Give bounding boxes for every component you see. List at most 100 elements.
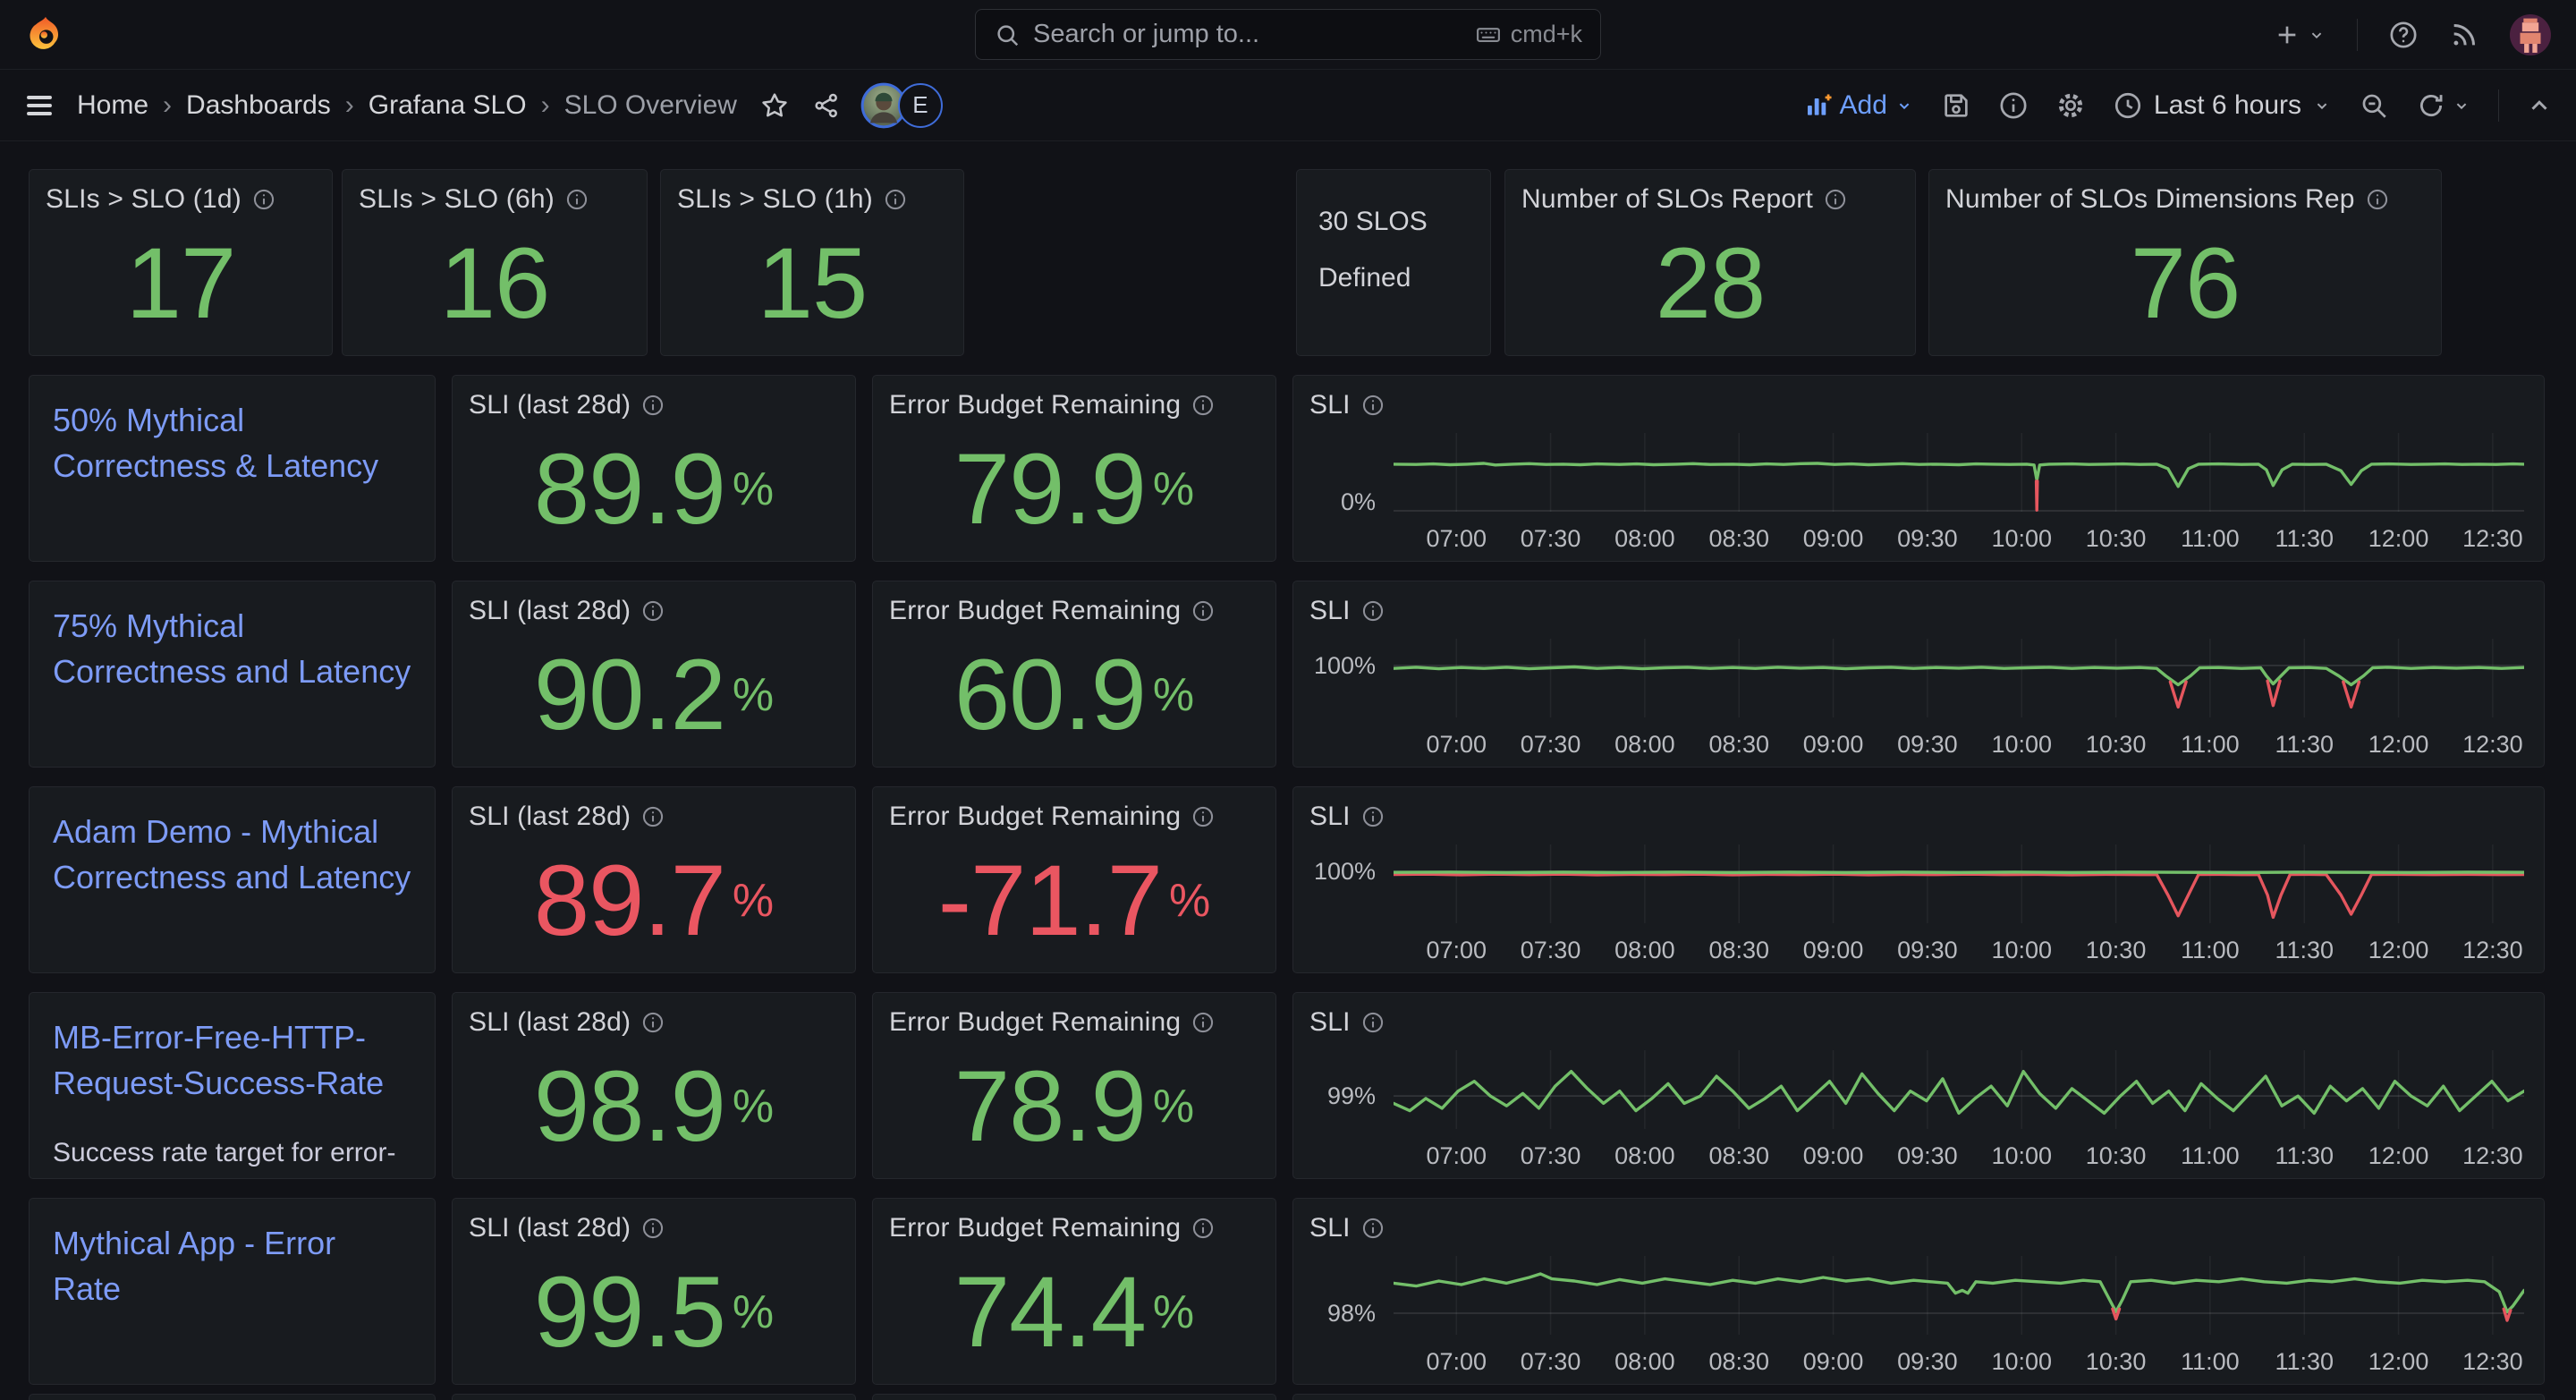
slo-link[interactable]: 50% Mythical Correctness & Latency — [53, 397, 411, 488]
info-icon[interactable] — [1191, 394, 1215, 417]
shortcut-hint: cmd+k — [1475, 21, 1582, 48]
info-icon[interactable] — [641, 805, 665, 828]
stat-unit: % — [1169, 874, 1210, 928]
x-axis-tick-label: 09:30 — [1883, 731, 1972, 759]
x-axis-tick-label: 10:30 — [2072, 1348, 2161, 1376]
stat-value: 76 — [2131, 233, 2241, 334]
info-icon[interactable] — [2366, 188, 2389, 211]
help-button[interactable] — [2388, 20, 2419, 50]
info-icon[interactable] — [1361, 1011, 1385, 1034]
y-axis-tick-label: 99% — [1309, 1084, 1385, 1108]
stat-value-area: 79.9% — [873, 417, 1275, 561]
panel-header: Number of SLOs Report — [1505, 170, 1915, 215]
share-icon[interactable] — [812, 91, 841, 120]
breadcrumb-separator-icon: › — [345, 90, 354, 121]
breadcrumb-item[interactable]: Grafana SLO — [369, 90, 527, 121]
info-icon[interactable] — [1191, 805, 1215, 828]
stat-value-area: 28 — [1505, 211, 1915, 355]
news-icon[interactable] — [2449, 20, 2479, 50]
x-axis: 07:0007:3008:0008:3009:0009:3010:0010:30… — [1394, 525, 2524, 556]
stat-value: 90.2 — [534, 645, 725, 745]
stat-value-area: 78.9% — [873, 1034, 1275, 1178]
x-axis-tick-label: 11:00 — [2165, 525, 2255, 553]
x-axis-tick-label: 12:00 — [2354, 731, 2444, 759]
x-axis-tick-label: 11:00 — [2165, 1142, 2255, 1170]
new-menu-button[interactable] — [2273, 21, 2326, 49]
time-series-plot[interactable] — [1394, 1256, 2524, 1335]
info-icon[interactable] — [1824, 188, 1847, 211]
add-panel-button[interactable]: Add — [1804, 90, 1914, 121]
breadcrumb-item[interactable]: SLO Overview — [564, 90, 737, 121]
save-dashboard-button[interactable] — [1941, 90, 1971, 121]
time-series-plot[interactable] — [1394, 1050, 2524, 1129]
panel-partial-next-row — [29, 1394, 436, 1400]
favorite-star-icon[interactable] — [760, 91, 789, 120]
x-axis-tick-label: 12:00 — [2354, 1142, 2444, 1170]
info-icon[interactable] — [1361, 394, 1385, 417]
panel-header: Error Budget Remaining — [873, 993, 1275, 1038]
toolbar-divider — [2498, 89, 2499, 122]
time-range-picker[interactable]: Last 6 hours — [2113, 90, 2332, 121]
info-icon[interactable] — [565, 188, 589, 211]
viewer-avatar-initial[interactable]: E — [898, 83, 943, 128]
panel-header: SLI — [1293, 376, 2544, 420]
profile-avatar[interactable] — [2510, 14, 2551, 55]
x-axis-tick-label: 07:00 — [1411, 1348, 1501, 1376]
info-icon[interactable] — [1191, 1011, 1215, 1034]
info-icon[interactable] — [1361, 805, 1385, 828]
topbar-divider — [2357, 19, 2358, 51]
stat-value-area: 17 — [30, 211, 332, 355]
info-icon[interactable] — [1361, 599, 1385, 623]
text-panel-body: 30 SLOS Defined — [1297, 170, 1490, 329]
breadcrumb-item[interactable]: Dashboards — [186, 90, 331, 121]
stat-value-area: 16 — [343, 211, 647, 355]
x-axis-tick-label: 07:00 — [1411, 1142, 1501, 1170]
panel-title: SLI — [1309, 1213, 1351, 1243]
collapse-toolbar-button[interactable] — [2526, 92, 2553, 119]
slo-link[interactable]: Adam Demo - Mythical Correctness and Lat… — [53, 809, 411, 900]
stat-value-area: 15 — [661, 211, 963, 355]
info-icon[interactable] — [1191, 1217, 1215, 1240]
panel-sli-chart: SLI98%07:0007:3008:0008:3009:0009:3010:0… — [1292, 1198, 2545, 1385]
panel-header: Number of SLOs Dimensions Rep — [1929, 170, 2441, 215]
info-icon[interactable] — [1361, 1217, 1385, 1240]
dashboard-toolbar: Home›Dashboards›Grafana SLO›SLO Overview — [0, 70, 2576, 141]
panel-partial-next-row — [452, 1394, 856, 1400]
panel-title: Number of SLOs Dimensions Rep — [1945, 184, 2355, 215]
x-axis-tick-label: 07:00 — [1411, 937, 1501, 964]
time-series-plot[interactable] — [1394, 844, 2524, 923]
dashboard-info-button[interactable] — [1998, 90, 2029, 121]
x-axis-tick-label: 12:30 — [2448, 1348, 2538, 1376]
info-icon[interactable] — [1191, 599, 1215, 623]
x-axis-tick-label: 09:00 — [1789, 525, 1878, 553]
info-icon[interactable] — [252, 188, 275, 211]
time-series-plot[interactable] — [1394, 639, 2524, 717]
dashboard-canvas: SLIs > SLO (1d)17SLIs > SLO (6h)16SLIs >… — [0, 141, 2576, 1400]
info-icon[interactable] — [884, 188, 907, 211]
zoom-out-time-button[interactable] — [2359, 90, 2389, 121]
x-axis-tick-label: 10:30 — [2072, 937, 2161, 964]
stat-value: 17 — [126, 233, 236, 334]
mega-menu-toggle[interactable] — [23, 89, 55, 122]
panel-slo-name: 75% Mythical Correctness and Latency — [29, 581, 436, 768]
info-icon[interactable] — [641, 1217, 665, 1240]
dashboard-settings-button[interactable] — [2055, 90, 2086, 121]
panel-title: SLI (last 28d) — [469, 1007, 631, 1038]
panel-slo-name: MB-Error-Free-HTTP-Request-Success-RateS… — [29, 992, 436, 1179]
info-icon[interactable] — [641, 1011, 665, 1034]
slo-link[interactable]: MB-Error-Free-HTTP-Request-Success-Rate — [53, 1014, 411, 1106]
search-input[interactable]: Search or jump to... cmd+k — [975, 9, 1601, 60]
info-icon[interactable] — [641, 599, 665, 623]
slo-link[interactable]: 75% Mythical Correctness and Latency — [53, 603, 411, 694]
slo-link[interactable]: Mythical App - Error Rate — [53, 1220, 411, 1311]
x-axis-tick-label: 07:00 — [1411, 731, 1501, 759]
info-icon[interactable] — [641, 394, 665, 417]
stat-value: -71.7 — [938, 851, 1162, 951]
stat-unit: % — [1153, 1080, 1194, 1133]
breadcrumb-item[interactable]: Home — [77, 90, 148, 121]
time-series-plot[interactable] — [1394, 433, 2524, 512]
grafana-logo[interactable] — [25, 14, 66, 55]
stat-value-area: -71.7% — [873, 828, 1275, 972]
refresh-button[interactable] — [2416, 90, 2471, 121]
panel-title: SLIs > SLO (1h) — [677, 184, 873, 215]
